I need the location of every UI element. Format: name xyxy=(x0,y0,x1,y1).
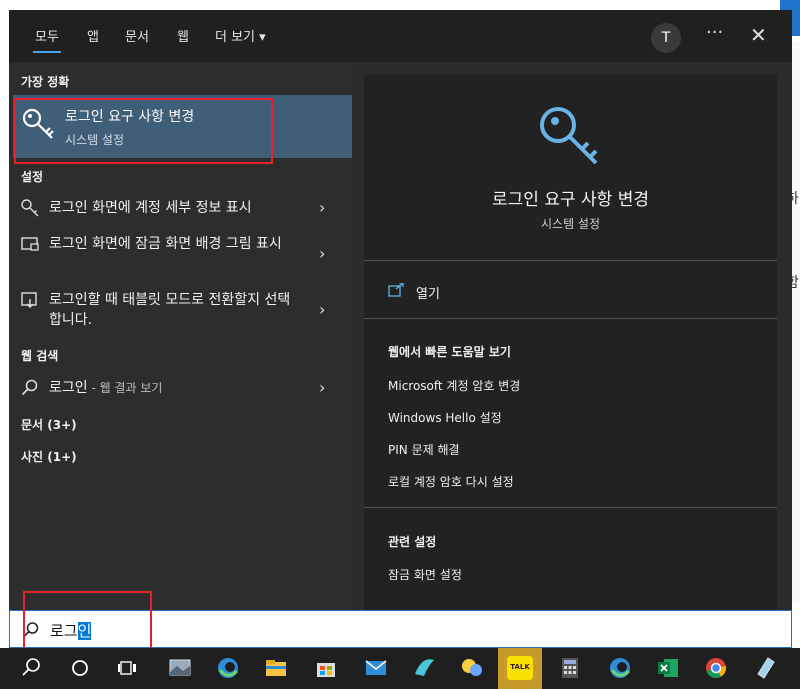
lockscreen-icon xyxy=(21,237,39,251)
user-avatar[interactable]: T xyxy=(651,23,681,53)
preview-subtitle: 시스템 설정 xyxy=(540,217,600,231)
kakaotalk-label: TALK xyxy=(510,663,530,671)
file-explorer-icon[interactable] xyxy=(262,654,290,682)
store-icon[interactable] xyxy=(312,654,340,682)
chrome-icon[interactable] xyxy=(702,654,730,682)
photos-heading[interactable]: 사진 (1+) xyxy=(21,448,77,465)
related-link[interactable]: 잠금 화면 설정 xyxy=(388,566,462,583)
settings-item-account-details[interactable]: 로그인 화면에 계정 세부 정보 표시 › xyxy=(9,198,352,222)
web-search-suffix: - 웹 결과 보기 xyxy=(87,381,163,395)
divider xyxy=(364,260,777,261)
preview-pane: 로그인 요구 사항 변경 시스템 설정 열기 웹에서 빠른 도움말 보기 Mic… xyxy=(364,75,777,610)
settings-item-label: 로그인 화면에 잠금 화면 배경 그림 표시 xyxy=(49,236,282,252)
search-header: 모두 앱 문서 웹 더 보기 ▾ T ··· ✕ xyxy=(9,10,792,62)
settings-item-label: 로그인 화면에 계정 세부 정보 표시 xyxy=(49,200,252,216)
kakaotalk-taskbar-button[interactable]: TALK xyxy=(498,648,542,689)
edge-icon[interactable] xyxy=(606,654,634,682)
web-search-item[interactable]: 로그인 - 웹 결과 보기 › xyxy=(9,378,352,402)
chevron-right-icon: › xyxy=(319,378,326,397)
chevron-right-icon: › xyxy=(319,300,326,319)
mail-icon[interactable] xyxy=(362,654,390,682)
help-link[interactable]: 로컬 계정 암호 다시 설정 xyxy=(388,473,514,490)
tab-more-label: 더 보기 xyxy=(215,30,256,45)
kakaotalk-icon: TALK xyxy=(507,656,533,680)
search-icon xyxy=(21,379,38,396)
tab-apps[interactable]: 앱 xyxy=(87,26,99,45)
settings-item-lockscreen-background[interactable]: 로그인 화면에 잠금 화면 배경 그림 표시 › xyxy=(9,234,352,278)
settings-item-label: 로그인할 때 태블릿 모드로 전환할지 선택합니다. xyxy=(49,292,291,328)
app-icon[interactable] xyxy=(410,654,438,682)
divider xyxy=(364,318,777,319)
task-view-icon[interactable] xyxy=(114,654,142,682)
tab-all[interactable]: 모두 xyxy=(33,26,61,53)
web-search-query: 로그인 xyxy=(49,380,88,396)
open-icon xyxy=(388,283,404,297)
chevron-right-icon: › xyxy=(319,198,326,217)
highlight-box xyxy=(14,98,273,164)
related-settings-heading: 관련 설정 xyxy=(388,535,437,549)
search-icon[interactable] xyxy=(18,654,46,682)
calculator-icon[interactable] xyxy=(556,654,584,682)
help-link[interactable]: PIN 문제 해결 xyxy=(388,441,460,458)
chevron-right-icon: › xyxy=(319,244,326,263)
tab-web[interactable]: 웹 xyxy=(177,26,189,45)
excel-icon[interactable] xyxy=(654,654,682,682)
chevron-down-icon: ▾ xyxy=(259,30,266,45)
help-link[interactable]: Microsoft 계정 암호 변경 xyxy=(388,377,520,394)
documents-heading[interactable]: 문서 (3+) xyxy=(21,416,77,433)
tab-documents[interactable]: 문서 xyxy=(125,26,149,45)
tablet-mode-icon xyxy=(21,292,37,308)
photos-app-icon[interactable] xyxy=(166,654,194,682)
chat-icon[interactable] xyxy=(458,654,486,682)
help-heading: 웹에서 빠른 도움말 보기 xyxy=(388,345,511,359)
web-search-label: 로그인 - 웹 결과 보기 xyxy=(49,378,299,398)
settings-heading: 설정 xyxy=(21,170,44,184)
best-match-heading: 가장 정확 xyxy=(21,75,70,89)
divider xyxy=(364,507,777,508)
taskbar: TALK xyxy=(0,648,800,689)
open-label: 열기 xyxy=(416,287,440,302)
tab-more[interactable]: 더 보기 ▾ xyxy=(215,26,266,45)
edge-icon[interactable] xyxy=(214,654,242,682)
cortana-icon[interactable] xyxy=(66,654,94,682)
key-icon xyxy=(540,107,598,165)
notes-icon[interactable] xyxy=(752,654,780,682)
help-link[interactable]: Windows Hello 설정 xyxy=(388,409,502,426)
key-icon xyxy=(21,199,39,217)
close-icon[interactable]: ✕ xyxy=(750,23,767,47)
preview-title: 로그인 요구 사항 변경 xyxy=(492,190,649,210)
web-search-heading: 웹 검색 xyxy=(21,349,59,363)
more-options-icon[interactable]: ··· xyxy=(706,22,723,43)
settings-item-tablet-mode[interactable]: 로그인할 때 태블릿 모드로 전환할지 선택합니다. › xyxy=(9,290,352,334)
